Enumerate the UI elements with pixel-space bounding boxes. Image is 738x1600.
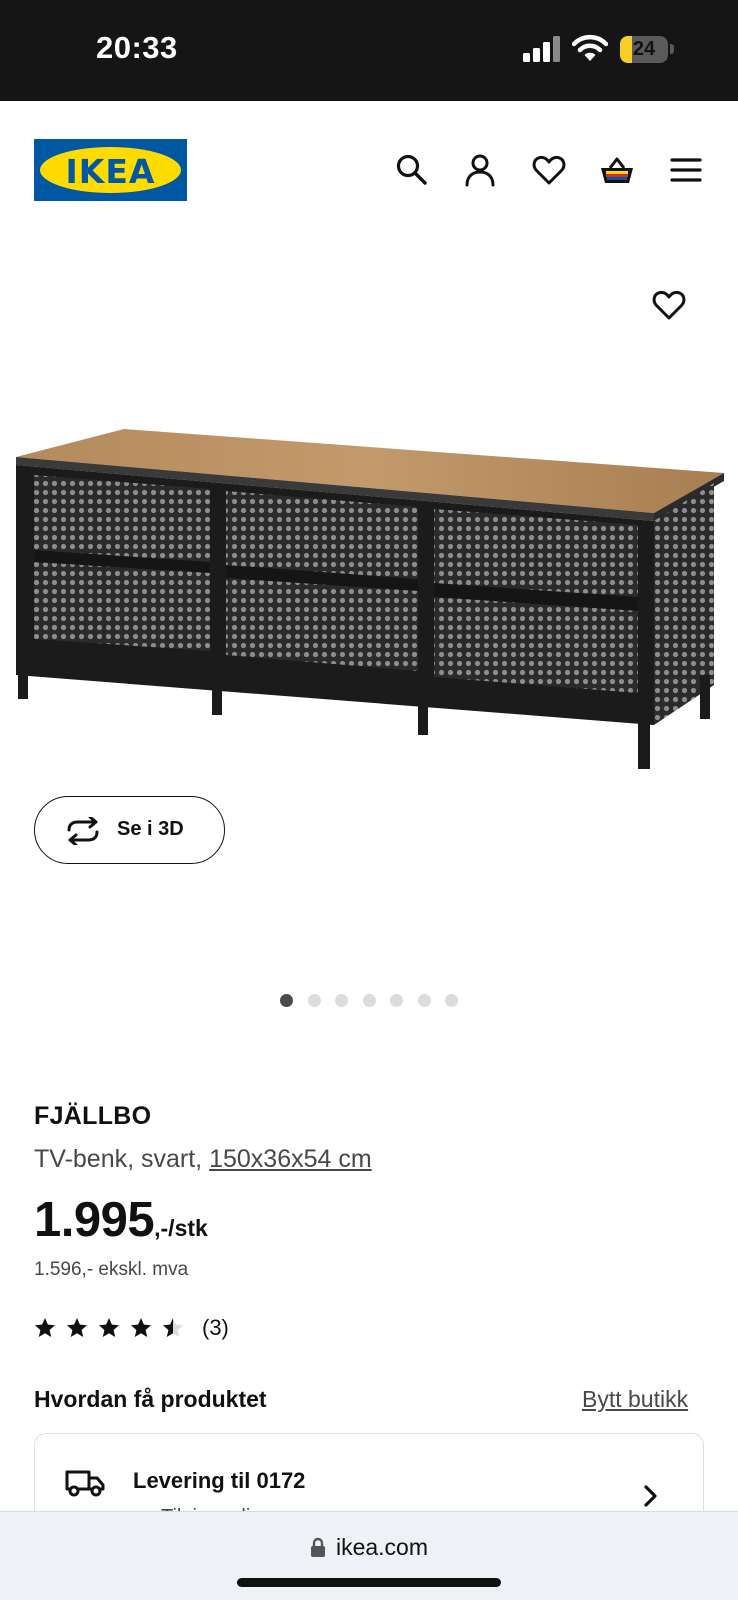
product-name: FJÄLLBO xyxy=(34,1102,152,1130)
shopping-basket-icon[interactable] xyxy=(599,152,635,188)
rating-star-icon xyxy=(35,1318,55,1337)
ikea-logo[interactable]: IKEA xyxy=(34,139,187,201)
view-in-3d-label: Se i 3D xyxy=(117,818,184,840)
account-icon[interactable] xyxy=(462,152,498,188)
gallery-dot[interactable] xyxy=(280,994,293,1007)
delivery-truck-icon xyxy=(65,1470,105,1497)
gallery-dot[interactable] xyxy=(335,994,348,1007)
rating-star-icon xyxy=(163,1318,183,1337)
lock-icon xyxy=(310,1537,325,1557)
battery-indicator: 24 xyxy=(620,36,668,63)
status-time: 20:33 xyxy=(96,30,178,65)
gallery-dot[interactable] xyxy=(362,994,376,1007)
price-ex-vat: 1.596,- ekskl. mva xyxy=(34,1259,189,1280)
product-image xyxy=(16,429,724,769)
change-store-link[interactable]: Bytt butikk xyxy=(582,1386,688,1413)
gallery-dot[interactable] xyxy=(307,994,321,1007)
gallery-dot[interactable] xyxy=(445,994,458,1007)
wifi-icon xyxy=(572,34,608,61)
view-in-3d-button[interactable]: Se i 3D xyxy=(34,796,225,864)
logo-text: IKEA xyxy=(65,152,156,191)
rating-star-icon xyxy=(131,1318,151,1337)
favourites-heart-icon[interactable] xyxy=(531,152,567,188)
product-dimensions-link[interactable]: 150x36x54 cm xyxy=(209,1145,372,1173)
product-description: TV-benk, svart, 150x36x54 cm xyxy=(34,1145,372,1174)
gallery-dot[interactable] xyxy=(417,994,431,1007)
rating-star-icon xyxy=(99,1318,119,1337)
search-icon[interactable] xyxy=(394,152,430,188)
url-display[interactable]: ikea.com xyxy=(0,1534,738,1561)
price-main: 1.995 xyxy=(34,1193,155,1247)
battery-percent: 24 xyxy=(632,38,656,60)
product-rating[interactable]: (3) xyxy=(34,1315,229,1341)
rating-star-icon xyxy=(67,1318,87,1337)
home-indicator[interactable] xyxy=(237,1578,501,1587)
rotate-3d-icon xyxy=(67,817,99,845)
product-type: TV-benk, svart, xyxy=(34,1145,203,1173)
url-text: ikea.com xyxy=(335,1534,429,1560)
status-bar: 20:33 24 xyxy=(0,0,738,101)
fulfillment-heading: Hvordan få produktet xyxy=(34,1386,267,1412)
gallery-dot[interactable] xyxy=(390,994,403,1007)
menu-icon[interactable] xyxy=(668,152,704,188)
delivery-title: Levering til 0172 xyxy=(133,1468,306,1493)
cellular-signal-icon xyxy=(523,36,560,62)
price-suffix: ,-/stk xyxy=(154,1215,208,1241)
review-count: (3) xyxy=(202,1315,229,1340)
battery-tip xyxy=(670,44,674,54)
product-price: 1.995,-/stk xyxy=(34,1192,208,1248)
gallery-pagination[interactable] xyxy=(280,994,473,1010)
chevron-right-icon xyxy=(644,1485,657,1507)
add-to-favourites-heart-icon[interactable] xyxy=(650,287,688,323)
